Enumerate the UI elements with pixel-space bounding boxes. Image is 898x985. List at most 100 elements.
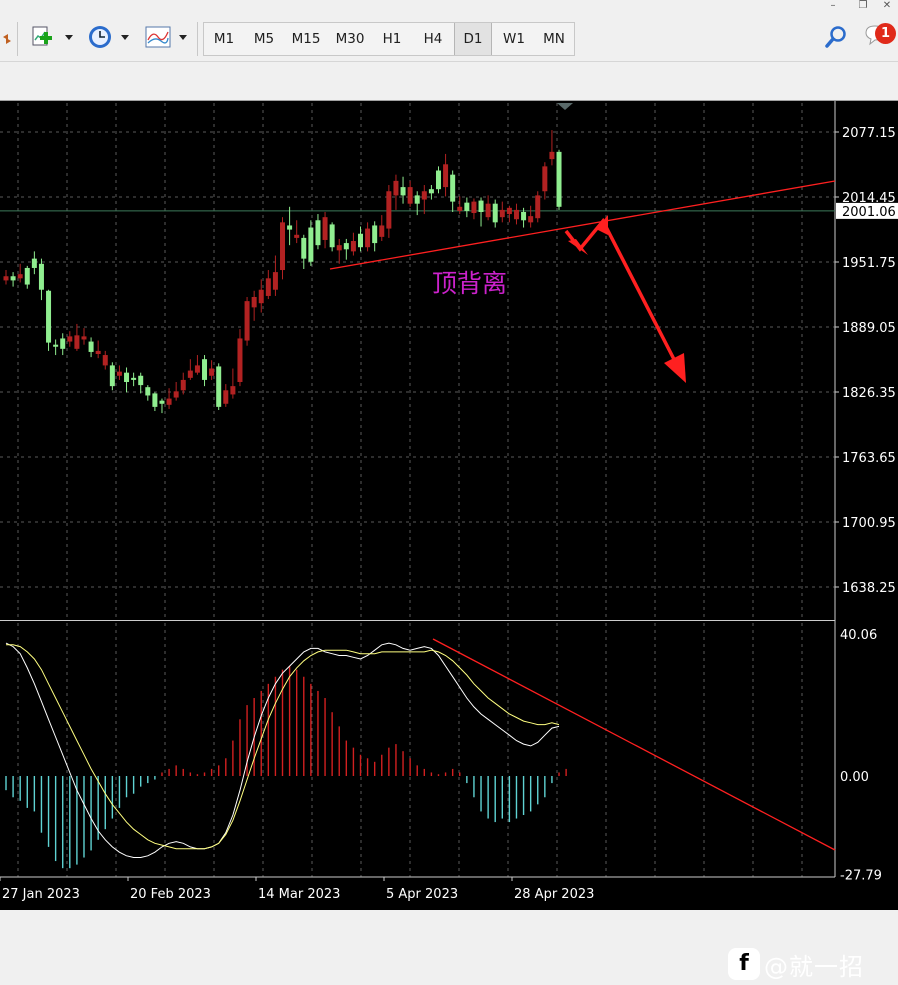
candle-body bbox=[88, 341, 94, 352]
time-tick-label: 14 Mar 2023 bbox=[258, 887, 340, 902]
candle-body bbox=[556, 151, 562, 207]
candle-body bbox=[159, 400, 165, 404]
candle-body bbox=[464, 202, 470, 211]
candle-body bbox=[457, 206, 463, 211]
candle-body bbox=[485, 203, 491, 218]
candle-body bbox=[492, 203, 498, 223]
timeframe-h1[interactable]: H1 bbox=[372, 23, 412, 55]
candle-body bbox=[343, 243, 349, 250]
candle-body bbox=[10, 276, 16, 281]
history-button[interactable] bbox=[84, 24, 134, 54]
candle-body bbox=[506, 207, 512, 215]
candle-body bbox=[407, 187, 413, 204]
candle-body bbox=[67, 336, 73, 342]
candle-body bbox=[53, 344, 59, 347]
forecast-arrow-path bbox=[564, 217, 682, 372]
arrow-head-down bbox=[664, 353, 686, 383]
macd-tick-label: 40.06 bbox=[840, 628, 877, 643]
candle-body bbox=[294, 234, 300, 238]
watermark-logo-icon: f bbox=[728, 948, 760, 980]
timeframe-m30[interactable]: M30 bbox=[328, 23, 372, 55]
candle-body bbox=[315, 220, 321, 246]
candle-body bbox=[443, 164, 449, 188]
candle-body bbox=[74, 335, 80, 349]
candle-body bbox=[393, 180, 399, 196]
candle-body bbox=[102, 355, 108, 366]
scroll-arrows-icon[interactable] bbox=[0, 24, 14, 54]
timeframe-w1[interactable]: W1 bbox=[494, 23, 534, 55]
macd-axis: 40.06 0.00 -27.79 bbox=[840, 628, 882, 884]
new-chart-button[interactable] bbox=[26, 24, 76, 54]
price-trend-line bbox=[329, 180, 836, 270]
timeframe-m1[interactable]: M1 bbox=[204, 23, 244, 55]
time-tick-label: 5 Apr 2023 bbox=[386, 887, 458, 902]
candle-body bbox=[435, 170, 441, 190]
candle-body bbox=[428, 189, 434, 194]
candle-body bbox=[145, 387, 151, 396]
candle-body bbox=[230, 386, 236, 395]
candle-body bbox=[265, 278, 271, 296]
notification-badge: 1 bbox=[875, 23, 896, 44]
toolbar-separator bbox=[197, 22, 198, 56]
time-tick-label: 28 Apr 2023 bbox=[514, 887, 594, 902]
candle-body bbox=[38, 263, 44, 290]
timeframe-h4[interactable]: H4 bbox=[412, 23, 454, 55]
candle-body bbox=[138, 375, 144, 386]
candle-body bbox=[223, 390, 229, 404]
candle-body bbox=[216, 366, 222, 407]
candle-body bbox=[308, 227, 314, 262]
candle-body bbox=[3, 276, 9, 281]
close-icon[interactable]: ✕ bbox=[876, 0, 898, 14]
timeframe-m5[interactable]: M5 bbox=[244, 23, 284, 55]
timeframe-d1[interactable]: D1 bbox=[454, 23, 492, 55]
candle-body bbox=[237, 338, 243, 382]
candle-body bbox=[31, 258, 37, 268]
timeframe-bar: M1 M5 M15 M30 H1 H4 D1 W1 MN bbox=[203, 22, 575, 56]
candle-body bbox=[280, 222, 286, 271]
candle-body bbox=[379, 225, 385, 237]
toolbar: M1 M5 M15 M30 H1 H4 D1 W1 MN 1 bbox=[0, 16, 898, 62]
candle-body bbox=[478, 200, 484, 212]
indicators-button[interactable] bbox=[142, 24, 192, 54]
divergence-label: 顶背离 bbox=[432, 269, 507, 298]
macd-tick-label: 0.00 bbox=[840, 770, 869, 785]
divergence-annotations bbox=[329, 180, 836, 851]
messages-button[interactable]: 1 bbox=[862, 20, 898, 50]
chart-shift-icon bbox=[557, 103, 573, 110]
candle-body bbox=[258, 289, 264, 304]
timeframe-m15[interactable]: M15 bbox=[284, 23, 328, 55]
candle-body bbox=[194, 365, 200, 373]
chart-window[interactable]: 2077.15 2014.45 1951.75 1889.05 1826.35 1763.… bbox=[0, 101, 898, 981]
minimize-icon[interactable]: – bbox=[822, 0, 844, 14]
clock-icon bbox=[85, 22, 133, 56]
candle-body bbox=[301, 237, 307, 259]
restore-icon[interactable]: ❐ bbox=[852, 0, 874, 14]
candle-body bbox=[350, 241, 356, 252]
toolbar-separator bbox=[17, 22, 18, 56]
candle-body bbox=[329, 224, 335, 248]
candle-body bbox=[421, 191, 427, 200]
candle-body bbox=[513, 209, 519, 220]
candle-body bbox=[46, 290, 52, 343]
candle-body bbox=[131, 377, 137, 380]
candle-body bbox=[400, 187, 406, 196]
timeframe-mn[interactable]: MN bbox=[534, 23, 574, 55]
macd-tick-label: -27.79 bbox=[840, 869, 882, 884]
candle-body bbox=[471, 201, 477, 214]
candle-body bbox=[109, 365, 115, 387]
macd-trend-line bbox=[432, 638, 836, 851]
chart-tab-area bbox=[0, 63, 898, 101]
indicators-icon bbox=[143, 22, 191, 56]
candle-body bbox=[521, 211, 527, 221]
candle-body bbox=[372, 225, 378, 244]
candle-body bbox=[358, 233, 363, 248]
search-button[interactable] bbox=[822, 24, 850, 54]
search-icon bbox=[823, 24, 849, 54]
chart-canvas[interactable]: 2077.152014.451951.751889.051826.351763.… bbox=[0, 101, 898, 910]
candle-body bbox=[499, 209, 505, 218]
current-price-label: 2001.06 bbox=[842, 205, 896, 220]
time-tick-label: 20 Feb 2023 bbox=[130, 887, 211, 902]
candle-body bbox=[187, 370, 193, 378]
candle-body bbox=[542, 166, 548, 192]
candle-body bbox=[124, 372, 130, 382]
